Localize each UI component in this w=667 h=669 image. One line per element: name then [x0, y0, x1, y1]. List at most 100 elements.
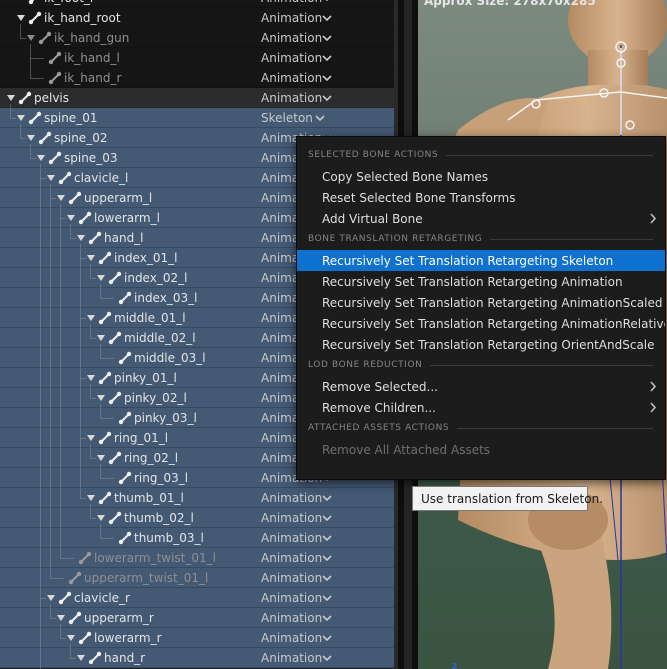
bone-icon — [118, 531, 132, 545]
chevron-down-icon[interactable] — [321, 591, 333, 605]
bone-icon — [58, 591, 72, 605]
expand-arrow-icon[interactable] — [96, 273, 106, 283]
expand-arrow-icon[interactable] — [66, 213, 76, 223]
tree-connector — [100, 478, 114, 479]
bone-name: upperarm_twist_01_l — [84, 571, 209, 585]
menu-item[interactable]: Recursively Set Translation Retargeting … — [297, 292, 665, 313]
expand-arrow-icon[interactable] — [16, 113, 26, 123]
bone-name: thumb_03_l — [134, 531, 204, 545]
chevron-down-icon[interactable] — [321, 611, 333, 625]
tree-guide — [90, 384, 91, 398]
chevron-down-icon[interactable] — [321, 631, 333, 645]
bone-icon — [68, 571, 82, 585]
tree-guide — [100, 284, 101, 298]
row-divider — [0, 667, 394, 668]
bone-name: ik_hand_l — [64, 51, 120, 65]
submenu-arrow-icon — [649, 402, 657, 413]
tree-guide — [50, 184, 51, 578]
tree-guide — [60, 204, 61, 558]
chevron-down-icon[interactable] — [321, 91, 333, 105]
chevron-down-icon[interactable] — [321, 551, 333, 565]
expand-arrow-icon[interactable] — [96, 393, 106, 403]
retarget-mode-value[interactable]: Skeleton — [261, 111, 341, 125]
menu-item[interactable]: Recursively Set Translation Retargeting … — [297, 334, 665, 355]
expand-arrow-icon[interactable] — [46, 173, 56, 183]
menu-section-header: BONE TRANSLATION RETARGETING — [308, 234, 483, 244]
tree-connector — [60, 558, 74, 559]
expand-arrow-icon[interactable] — [76, 653, 86, 663]
bone-icon — [88, 651, 102, 665]
bone-name: thumb_01_l — [114, 491, 184, 505]
chevron-down-icon[interactable] — [321, 51, 333, 65]
expand-arrow-icon[interactable] — [76, 233, 86, 243]
bone-icon — [28, 111, 42, 125]
expand-arrow-icon[interactable] — [86, 373, 96, 383]
chevron-down-icon[interactable] — [321, 511, 333, 525]
expand-arrow-icon[interactable] — [86, 493, 96, 503]
menu-item: Remove All Attached Assets — [297, 439, 665, 460]
chevron-down-icon[interactable] — [321, 571, 333, 585]
bone-name: ring_02_l — [124, 451, 179, 465]
bone-icon — [98, 431, 112, 445]
tree-guide — [100, 404, 101, 418]
tree-connector — [100, 418, 114, 419]
tree-guide — [100, 464, 101, 478]
menu-item[interactable]: Reset Selected Bone Transforms — [297, 187, 665, 208]
tree-guide — [70, 224, 71, 238]
expand-arrow-icon[interactable] — [86, 433, 96, 443]
menu-item[interactable]: Remove Children... — [297, 397, 665, 418]
bone-name: pinky_01_l — [114, 371, 177, 385]
tree-guide — [90, 264, 91, 278]
bone-icon — [108, 271, 122, 285]
chevron-down-icon[interactable] — [321, 0, 333, 5]
bone-icon — [48, 71, 62, 85]
expand-arrow-icon[interactable] — [6, 93, 16, 103]
menu-item[interactable]: Recursively Set Translation Retargeting … — [297, 250, 665, 271]
bone-name: ik_hand_r — [64, 71, 122, 85]
expand-arrow-icon[interactable] — [56, 613, 66, 623]
chevron-down-icon[interactable] — [321, 651, 333, 665]
menu-item[interactable]: Remove Selected... — [297, 376, 665, 397]
menu-item[interactable]: Recursively Set Translation Retargeting … — [297, 271, 665, 292]
bone-icon — [48, 51, 62, 65]
bone-name: spine_02 — [54, 131, 108, 145]
menu-section-divider — [430, 365, 653, 366]
expand-arrow-icon[interactable] — [86, 253, 96, 263]
bone-name: index_03_l — [134, 291, 198, 305]
bone-name: pinky_03_l — [134, 411, 197, 425]
expand-arrow-icon[interactable] — [36, 153, 46, 163]
bone-icon — [68, 611, 82, 625]
menu-item[interactable]: Add Virtual Bone — [297, 208, 665, 229]
tree-guide — [40, 164, 41, 598]
expand-arrow-icon[interactable] — [86, 313, 96, 323]
tree-guide — [100, 524, 101, 538]
expand-arrow-icon[interactable] — [26, 133, 36, 143]
menu-item-label: Add Virtual Bone — [322, 212, 423, 226]
chevron-down-icon[interactable] — [321, 31, 333, 45]
expand-arrow-icon[interactable] — [56, 193, 66, 203]
menu-item[interactable]: Copy Selected Bone Names — [297, 166, 665, 187]
tree-guide — [20, 24, 21, 38]
bone-icon — [78, 211, 92, 225]
expand-arrow-icon[interactable] — [66, 633, 76, 643]
bone-icon — [88, 231, 102, 245]
menu-section-header: ATTACHED ASSETS ACTIONS — [308, 423, 450, 433]
chevron-down-icon[interactable] — [321, 491, 333, 505]
expand-arrow-icon[interactable] — [26, 33, 36, 43]
expand-arrow-icon[interactable] — [46, 593, 56, 603]
chevron-down-icon[interactable] — [314, 111, 326, 125]
menu-item-label: Remove Children... — [322, 401, 436, 415]
submenu-arrow-icon — [649, 213, 657, 224]
expand-arrow-icon[interactable] — [96, 513, 106, 523]
bone-icon — [38, 131, 52, 145]
expand-arrow-icon[interactable] — [96, 333, 106, 343]
menu-item[interactable]: Recursively Set Translation Retargeting … — [297, 313, 665, 334]
bone-icon — [38, 31, 52, 45]
expand-arrow-icon[interactable] — [96, 453, 106, 463]
chevron-down-icon[interactable] — [321, 11, 333, 25]
chevron-down-icon[interactable] — [321, 531, 333, 545]
expand-arrow-icon[interactable] — [16, 13, 26, 23]
submenu-arrow-icon — [649, 381, 657, 392]
bone-context-menu: SELECTED BONE ACTIONS Copy Selected Bone … — [296, 136, 666, 480]
chevron-down-icon[interactable] — [321, 71, 333, 85]
